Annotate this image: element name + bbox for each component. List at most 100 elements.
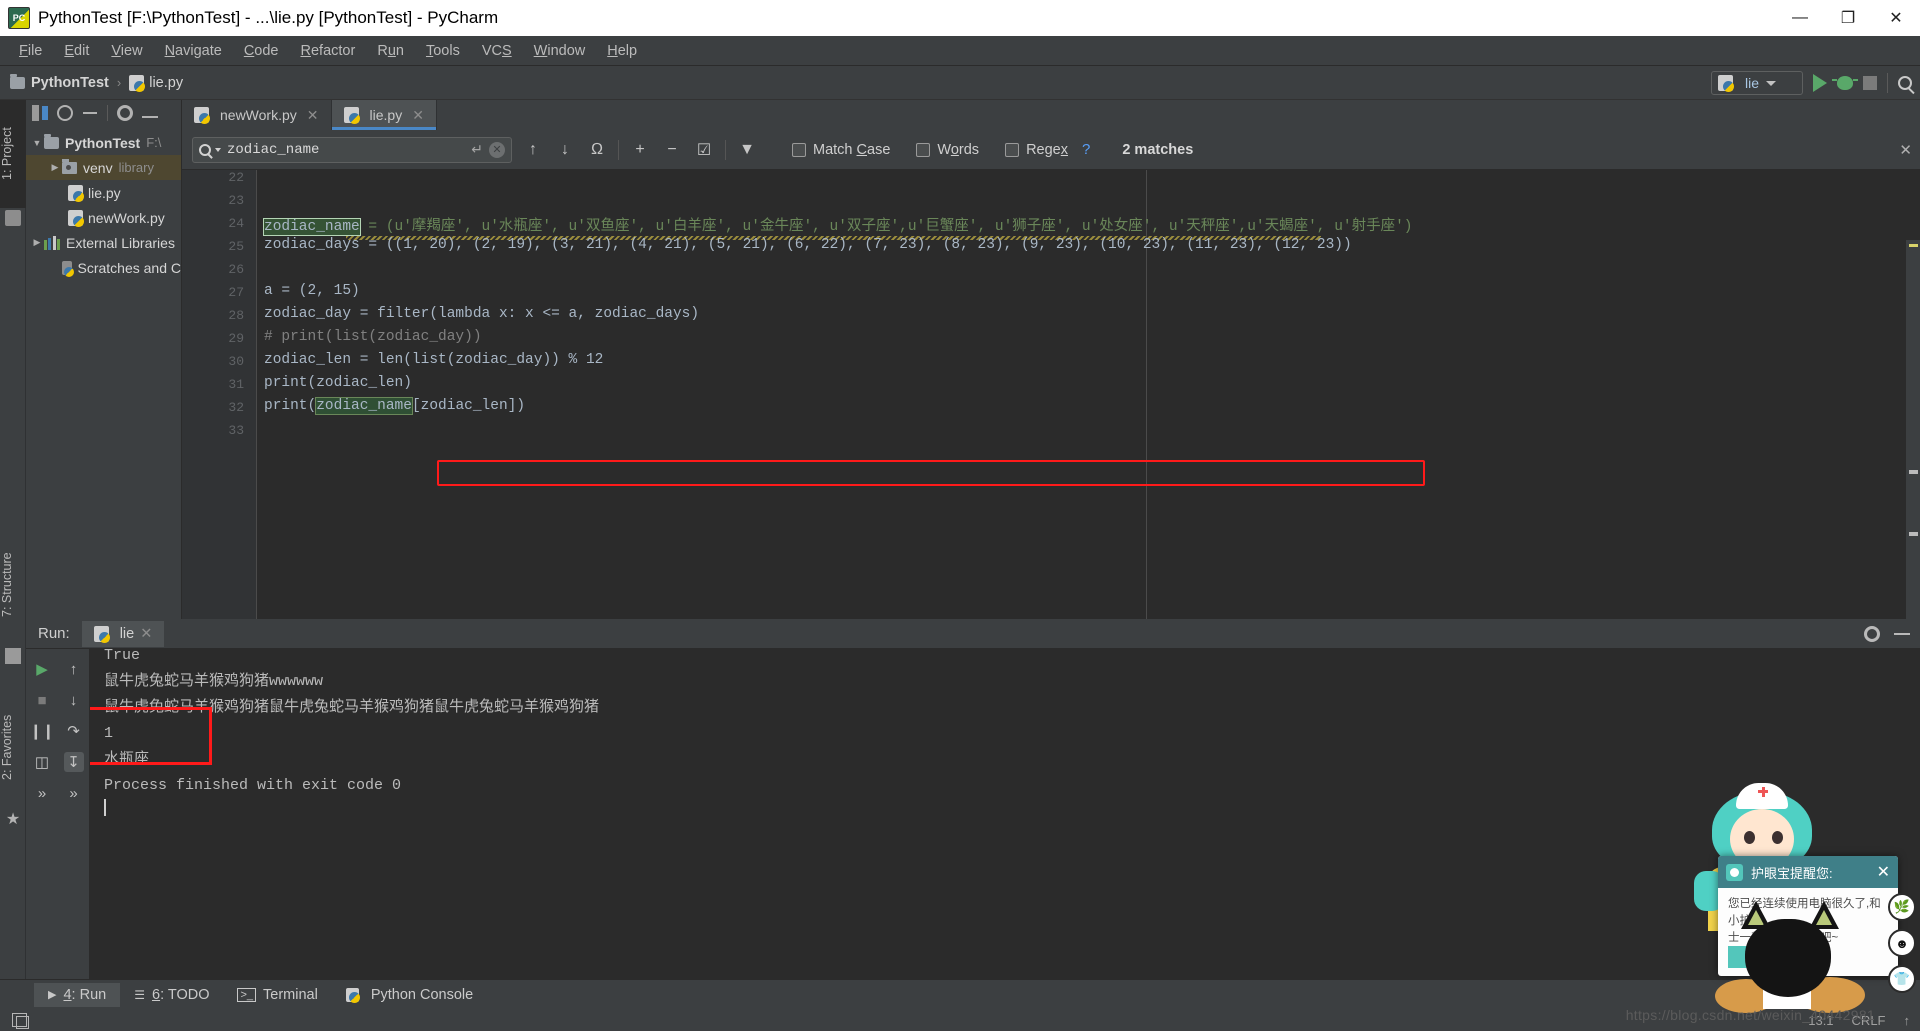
gear-icon[interactable] xyxy=(1864,625,1880,642)
remove-selection-icon[interactable]: − xyxy=(661,139,683,161)
close-button[interactable]: ✕ xyxy=(1872,0,1920,36)
warning-marker[interactable] xyxy=(1909,244,1918,247)
print-icon[interactable]: ◫ xyxy=(32,752,52,772)
pause-icon[interactable]: ❙❙ xyxy=(29,721,54,741)
filter-icon[interactable]: ▼ xyxy=(736,139,758,161)
sidebar-item-favorites[interactable]: 2: Favorites xyxy=(0,690,26,805)
close-icon[interactable]: ✕ xyxy=(307,107,319,124)
search-input[interactable]: zodiac_name ↵ ✕ xyxy=(192,136,512,163)
line-number: 22 xyxy=(228,170,244,185)
scroll-to-end-icon[interactable]: ↧ xyxy=(63,752,84,772)
chevron-right-icon[interactable]: ▶ xyxy=(30,237,44,248)
run-toolbar-right[interactable]: ↑ ↓ ↷ ↧ » xyxy=(58,649,90,979)
editor-scrollbar[interactable] xyxy=(1906,240,1920,619)
menu-item-edit[interactable]: Edit xyxy=(53,40,100,62)
collapse-icon[interactable] xyxy=(32,105,48,121)
menu-item-vcs[interactable]: VCS xyxy=(471,40,523,62)
run-toolbar-left[interactable]: ▶ ■ ❙❙ ◫ » xyxy=(26,649,58,979)
select-all-occurrences-icon[interactable]: Ω xyxy=(586,139,608,161)
code-text[interactable]: zodiac_name = (u'摩羯座', u'水瓶座', u'双鱼座', u… xyxy=(256,170,1920,619)
find-previous-icon[interactable]: ↑ xyxy=(522,139,544,161)
face-icon[interactable]: ☻ xyxy=(1888,929,1916,957)
menu-item-code[interactable]: Code xyxy=(233,40,290,62)
code-editor[interactable]: 22 23 24 25 26 27 28 29 30 31 32 33 zodi… xyxy=(182,170,1920,619)
more-icon[interactable]: » xyxy=(32,783,52,803)
caret-marker[interactable] xyxy=(1909,470,1918,474)
collapse-all-icon[interactable] xyxy=(82,105,98,121)
console-output[interactable]: True 鼠牛虎兔蛇马羊猴鸡狗猪wwwwww 鼠牛虎兔蛇马羊猴鸡狗猪鼠牛虎兔蛇马… xyxy=(90,649,1920,979)
tab-lie-py[interactable]: lie.py ✕ xyxy=(331,100,437,130)
close-icon[interactable]: ✕ xyxy=(140,626,152,642)
menu-item-help[interactable]: Help xyxy=(596,40,648,62)
debug-button[interactable] xyxy=(1832,76,1858,90)
chevron-down-icon[interactable] xyxy=(215,147,221,152)
menu-item-tools[interactable]: Tools xyxy=(415,40,471,62)
chevron-right-icon[interactable]: ▶ xyxy=(48,162,62,173)
tree-node-venv[interactable]: ▶ venv library xyxy=(26,155,181,180)
tree-node-external-libraries[interactable]: ▶ External Libraries xyxy=(26,230,181,255)
search-everywhere-icon[interactable] xyxy=(1898,76,1912,90)
add-selection-icon[interactable]: + xyxy=(629,139,651,161)
settings-icon[interactable] xyxy=(117,105,133,121)
breadcrumb-project[interactable]: PythonTest xyxy=(10,73,109,91)
menu-item-refactor[interactable]: Refactor xyxy=(290,40,367,62)
regex-checkbox[interactable]: Regex xyxy=(1005,142,1068,158)
toggle-toolwindow-icon[interactable] xyxy=(12,1013,29,1029)
close-icon[interactable]: ✕ xyxy=(1877,862,1890,882)
star-icon: ★ xyxy=(5,811,21,828)
window-controls[interactable]: — ❐ ✕ xyxy=(1776,0,1920,36)
menu-item-view[interactable]: View xyxy=(100,40,153,62)
select-all-icon[interactable]: ☑ xyxy=(693,139,715,161)
clear-search-icon[interactable]: ✕ xyxy=(489,141,505,158)
run-button[interactable] xyxy=(1813,74,1827,92)
minimize-button[interactable]: — xyxy=(1776,0,1824,36)
tab-newWork-py[interactable]: newWork.py ✕ xyxy=(182,100,332,130)
popup-side-buttons[interactable]: 🌿 ☻ 👕 xyxy=(1888,893,1916,993)
run-tab-lie[interactable]: lie ✕ xyxy=(81,620,165,647)
stop-icon[interactable]: ■ xyxy=(32,690,52,710)
tree-node-newwork-py[interactable]: newWork.py xyxy=(26,205,181,230)
menu-item-navigate[interactable]: Navigate xyxy=(154,40,233,62)
shirt-icon[interactable]: 👕 xyxy=(1888,965,1916,993)
run-configuration-selector[interactable]: lie xyxy=(1711,71,1803,95)
tree-node-scratches[interactable]: Scratches and C xyxy=(26,255,181,280)
tree-node-lie-py[interactable]: lie.py xyxy=(26,180,181,205)
menu-item-window[interactable]: Window xyxy=(523,40,597,62)
menu-item-run[interactable]: Run xyxy=(366,40,415,62)
stop-button[interactable] xyxy=(1863,76,1877,90)
minimize-icon[interactable] xyxy=(1894,632,1910,635)
bottom-tab-python-console[interactable]: Python Console xyxy=(332,983,487,1007)
plant-icon[interactable]: 🌿 xyxy=(1888,893,1916,921)
words-checkbox[interactable]: Words xyxy=(916,142,979,158)
bottom-tool-strip[interactable]: ▶ 4: Run ☰ 6: TODO >_ Terminal Python Co… xyxy=(0,979,1920,1009)
hide-icon[interactable] xyxy=(142,115,158,118)
chevron-down-icon[interactable]: ▼ xyxy=(30,138,44,148)
up-icon[interactable]: ↑ xyxy=(64,659,84,679)
encoding-arrow-icon[interactable]: ↑ xyxy=(1904,1013,1911,1028)
match-case-checkbox[interactable]: Match Case xyxy=(792,142,890,158)
close-find-icon[interactable]: ✕ xyxy=(1899,141,1912,159)
close-icon[interactable]: ✕ xyxy=(412,107,424,124)
caret-marker[interactable] xyxy=(1909,532,1918,536)
run-header-actions[interactable] xyxy=(1864,625,1910,642)
more-icon[interactable]: » xyxy=(64,783,84,803)
menu-bar[interactable]: File Edit View Navigate Code Refactor Ru… xyxy=(0,36,1920,66)
editor-tab-strip[interactable]: newWork.py ✕ lie.py ✕ xyxy=(182,100,1920,130)
rerun-icon[interactable]: ▶ xyxy=(32,659,52,679)
maximize-button[interactable]: ❐ xyxy=(1824,0,1872,36)
find-next-icon[interactable]: ↓ xyxy=(554,139,576,161)
bottom-tab-terminal[interactable]: >_ Terminal xyxy=(223,983,331,1007)
locate-icon[interactable] xyxy=(57,105,73,121)
bottom-tab-run[interactable]: ▶ 4: Run xyxy=(34,982,121,1007)
soft-wrap-icon[interactable]: ↷ xyxy=(64,721,84,741)
breadcrumb-file[interactable]: lie.py xyxy=(129,74,183,92)
tree-node-pythontest[interactable]: ▼ PythonTest F:\ xyxy=(26,130,181,155)
bottom-tab-todo[interactable]: ☰ 6: TODO xyxy=(120,983,223,1007)
sidebar-item-structure[interactable]: 7: Structure xyxy=(0,530,26,640)
project-toolbar[interactable] xyxy=(26,100,181,126)
menu-item-file[interactable]: File xyxy=(8,40,53,62)
project-tree[interactable]: ▼ PythonTest F:\ ▶ venv library lie.py n… xyxy=(26,126,181,280)
down-icon[interactable]: ↓ xyxy=(64,690,84,710)
regex-help-icon[interactable]: ? xyxy=(1082,141,1090,158)
sidebar-item-project[interactable]: 1: Project xyxy=(0,100,26,208)
